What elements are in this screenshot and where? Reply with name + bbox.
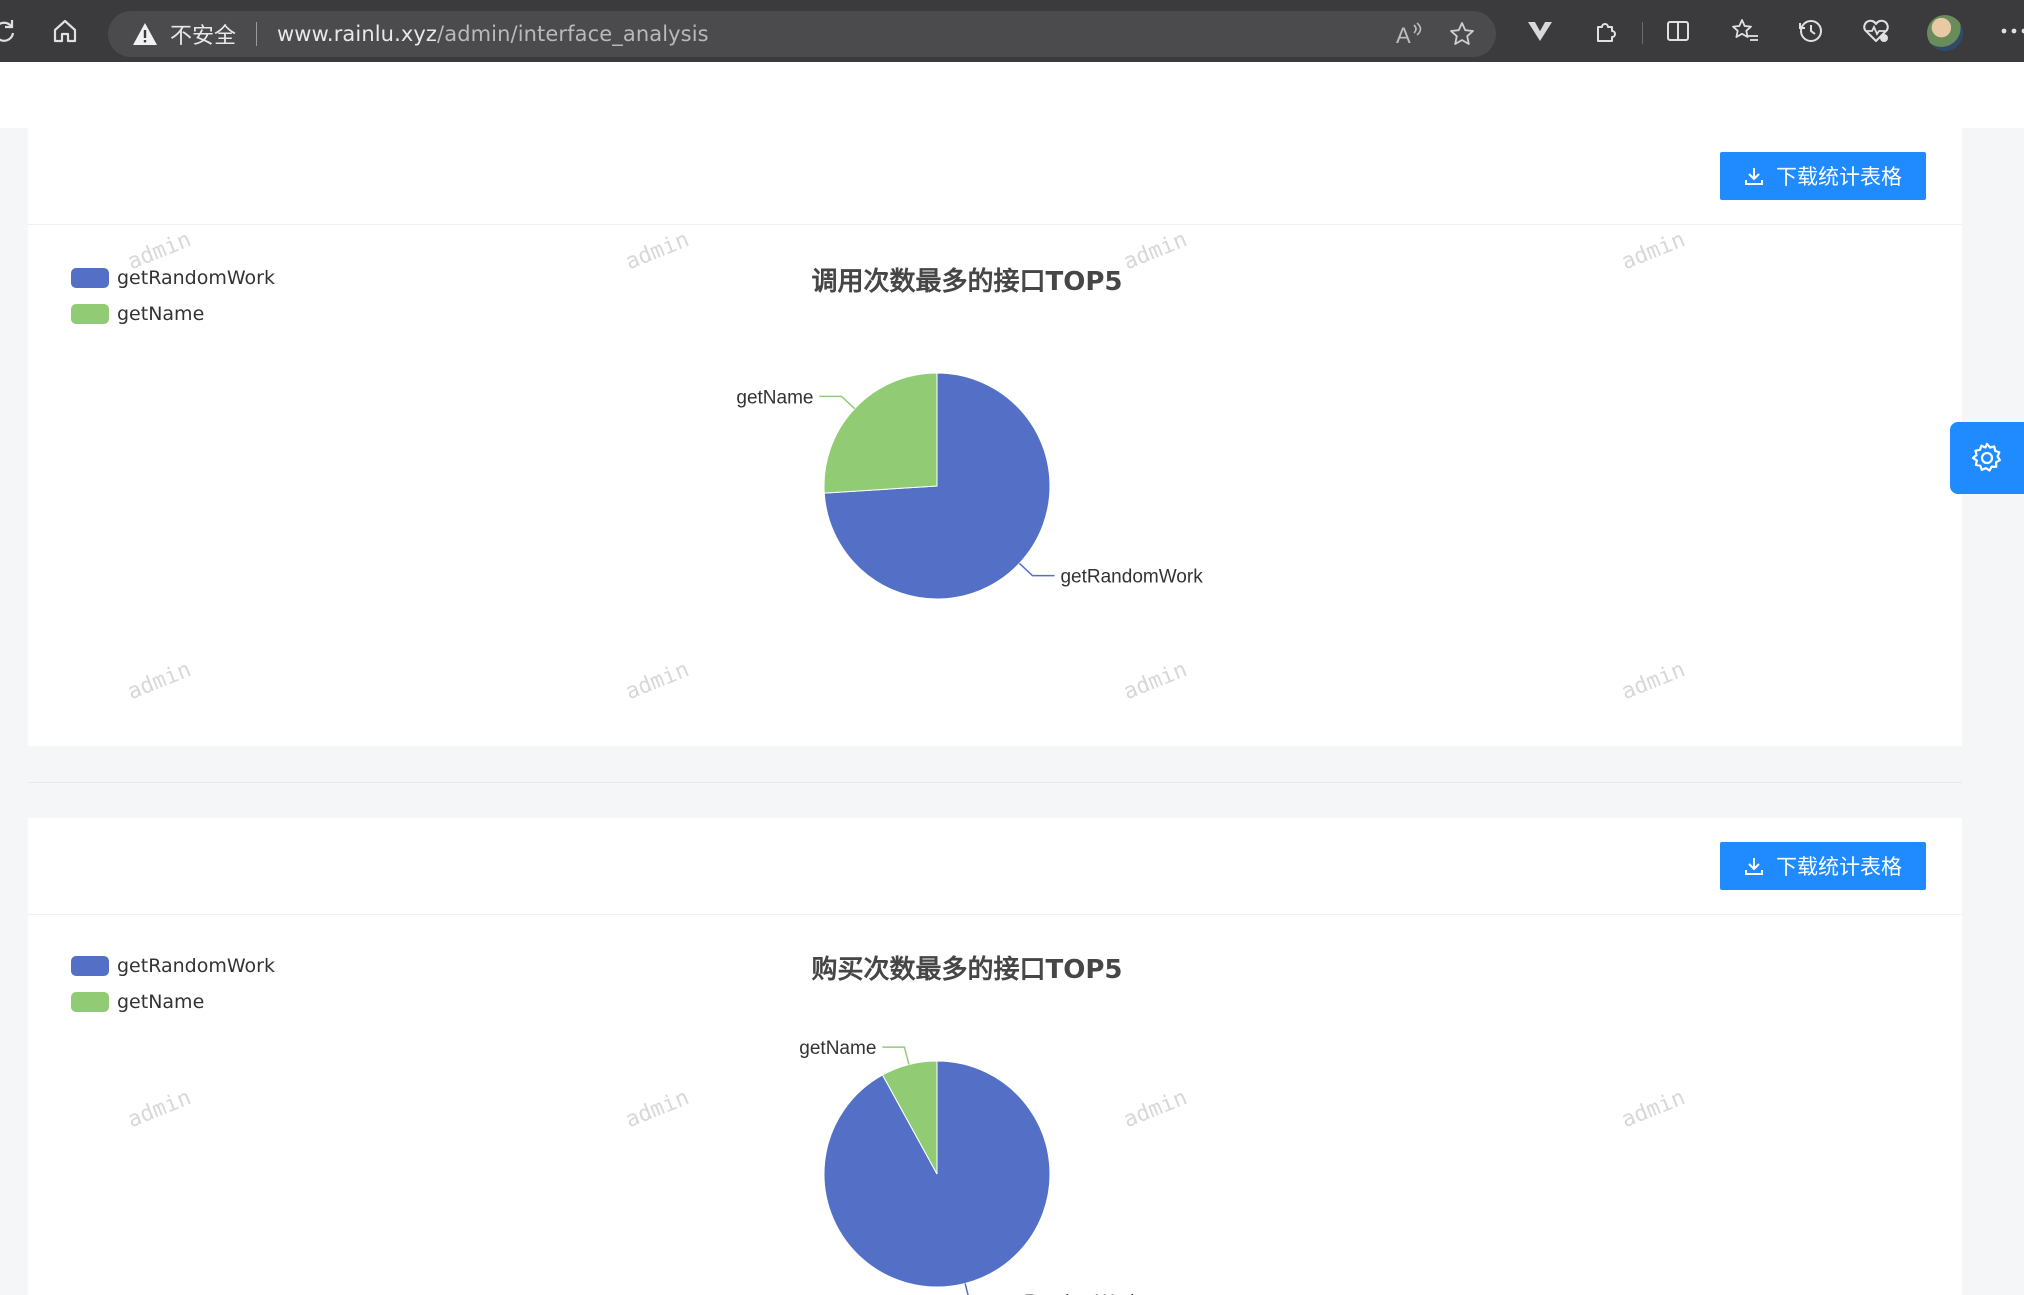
address-separator — [256, 22, 258, 46]
gear-icon — [1971, 442, 2001, 472]
favorites-icon[interactable] — [1727, 13, 1763, 49]
extensions-icon[interactable] — [1588, 13, 1624, 49]
history-icon[interactable] — [1793, 13, 1829, 49]
pie-label: getRandomWork — [1060, 567, 1203, 588]
more-options-icon[interactable] — [1996, 13, 2024, 49]
interface-purchase-card: 下载统计表格 getRandomWork getName 购买次数最多的接口TO… — [28, 818, 1962, 1295]
pie-label-line — [882, 1046, 910, 1065]
url-path: /admin/interface_analysis — [437, 22, 709, 46]
pie-chart-calls: getRandomWork getName — [736, 372, 1203, 600]
home-icon[interactable] — [47, 13, 83, 49]
pie-label: getName — [736, 387, 813, 408]
browser-toolbar: 不安全 www.rainlu.xyz/admin/interface_analy… — [0, 0, 2024, 62]
settings-button[interactable] — [1950, 422, 2024, 494]
performance-icon[interactable] — [1858, 13, 1894, 49]
page-top-strip — [0, 62, 2024, 128]
refresh-icon[interactable] — [0, 13, 22, 49]
vue-devtools-icon[interactable] — [1522, 13, 1558, 49]
interface-call-card: 下载统计表格 getRandomWork getName 调用次数最多的接口TO… — [28, 128, 1962, 746]
pie-label-line — [1018, 562, 1055, 577]
url-text[interactable]: www.rainlu.xyz/admin/interface_analysis — [277, 22, 709, 46]
url-host: www.rainlu.xyz — [277, 22, 438, 46]
pie-label-line — [964, 1283, 969, 1295]
pie-label: getName — [799, 1038, 876, 1059]
pie-label-line — [819, 395, 856, 410]
profile-avatar[interactable] — [1927, 15, 1963, 51]
pie-slice-getname[interactable] — [823, 372, 938, 494]
read-aloud-icon[interactable]: A — [1394, 21, 1424, 47]
toolbar-separator — [1642, 22, 1643, 44]
warning-icon[interactable] — [132, 22, 158, 46]
split-screen-icon[interactable] — [1660, 13, 1696, 49]
insecure-label[interactable]: 不安全 — [170, 18, 236, 50]
favorite-star-icon[interactable] — [1448, 20, 1476, 48]
pie-chart-purchases: getRandomWorkgetName — [799, 1038, 1140, 1295]
read-aloud-label: A — [1396, 23, 1411, 47]
section-divider — [28, 782, 1962, 783]
address-bar[interactable]: 不安全 www.rainlu.xyz/admin/interface_analy… — [108, 11, 1496, 57]
